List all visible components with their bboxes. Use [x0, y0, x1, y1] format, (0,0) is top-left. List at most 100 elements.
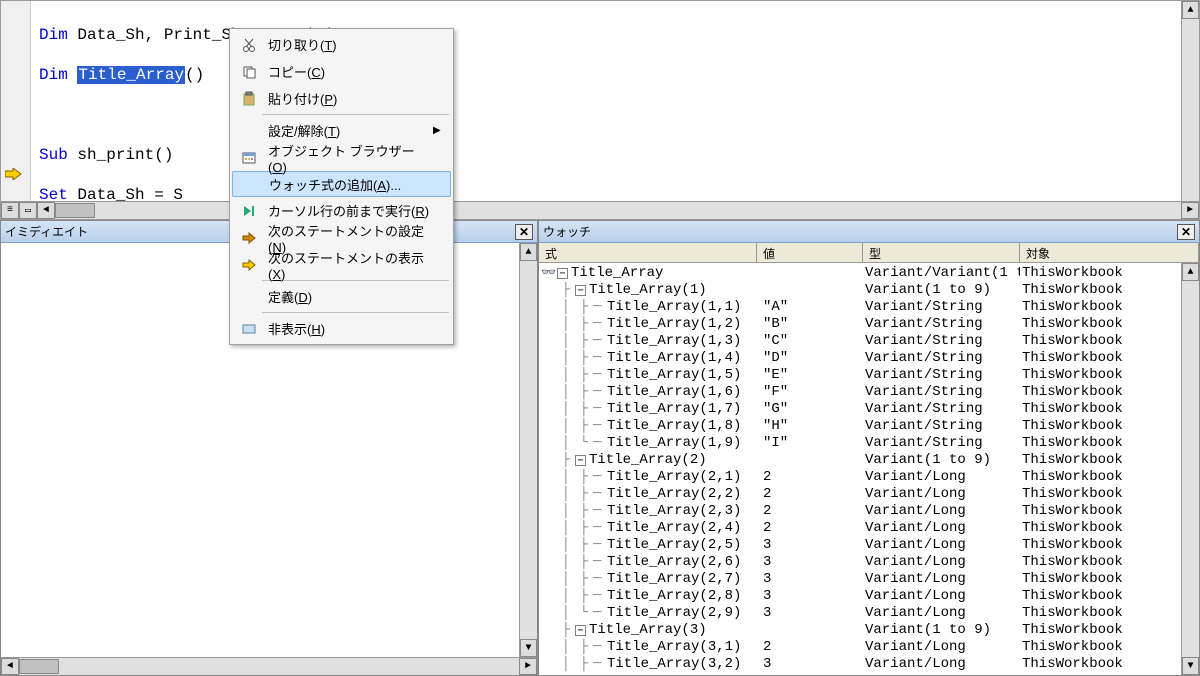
- immediate-close-button[interactable]: ✕: [515, 224, 533, 240]
- watch-row[interactable]: 👓−Title_ArrayVariant/Variant(1 to 3,1Thi…: [539, 265, 1181, 282]
- watch-row[interactable]: │├─Title_Array(1,2)"B"Variant/StringThis…: [539, 316, 1181, 333]
- watch-value: "D": [757, 350, 863, 367]
- watch-row[interactable]: │├─Title_Array(3,1)2Variant/LongThisWork…: [539, 639, 1181, 656]
- watch-row[interactable]: │├─Title_Array(2,4)2Variant/LongThisWork…: [539, 520, 1181, 537]
- watch-header-context[interactable]: 対象: [1020, 243, 1199, 262]
- tree-expander[interactable]: −: [575, 625, 586, 636]
- scroll-up-button[interactable]: ▲: [1182, 263, 1199, 281]
- watch-row[interactable]: ├−Title_Array(2)Variant(1 to 9)ThisWorkb…: [539, 452, 1181, 469]
- watch-type: Variant/String: [863, 401, 1020, 418]
- menu-item-label: オブジェクト ブラウザー(O): [262, 141, 433, 175]
- watch-header-type[interactable]: 型: [863, 243, 1020, 262]
- menu-item[interactable]: 切り取り(T): [232, 31, 451, 58]
- watch-expression: Title_Array: [571, 265, 663, 282]
- watch-expression: Title_Array(2,5): [607, 537, 741, 554]
- watch-row[interactable]: │├─Title_Array(1,6)"F"Variant/StringThis…: [539, 384, 1181, 401]
- menu-item[interactable]: 貼り付け(P): [232, 85, 451, 112]
- menu-item-label: 貼り付け(P): [262, 89, 433, 108]
- menu-item-label: 切り取り(T): [262, 35, 433, 54]
- watch-value: 2: [757, 520, 863, 537]
- watch-context: ThisWorkbook: [1020, 520, 1181, 537]
- watch-vertical-scrollbar[interactable]: ▲ ▼: [1181, 263, 1199, 675]
- tree-expander[interactable]: −: [575, 285, 586, 296]
- code-text-area[interactable]: Dim Dim Data_Sh, Print_Sh Data_Sh, Print…: [31, 1, 1181, 219]
- scroll-thumb[interactable]: [19, 659, 59, 674]
- scroll-up-button[interactable]: ▲: [1182, 1, 1199, 19]
- view-full-module-button[interactable]: ≡: [1, 202, 19, 219]
- watch-value: 3: [757, 554, 863, 571]
- scroll-right-button[interactable]: ►: [519, 658, 537, 675]
- watch-context: ThisWorkbook: [1020, 452, 1181, 469]
- watch-context: ThisWorkbook: [1020, 299, 1181, 316]
- watch-row[interactable]: │├─Title_Array(1,5)"E"Variant/StringThis…: [539, 367, 1181, 384]
- scroll-down-button[interactable]: ▼: [1182, 657, 1199, 675]
- menu-item[interactable]: 定義(D): [232, 283, 451, 310]
- watch-context: ThisWorkbook: [1020, 333, 1181, 350]
- watch-row[interactable]: ├−Title_Array(3)Variant(1 to 9)ThisWorkb…: [539, 622, 1181, 639]
- setnext-icon: [236, 230, 262, 246]
- watch-title: ウォッチ: [543, 223, 1177, 240]
- watch-row[interactable]: │├─Title_Array(2,8)3Variant/LongThisWork…: [539, 588, 1181, 605]
- watch-type: Variant/String: [863, 350, 1020, 367]
- watch-context: ThisWorkbook: [1020, 656, 1181, 673]
- watch-close-button[interactable]: ✕: [1177, 224, 1195, 240]
- watch-value: "F": [757, 384, 863, 401]
- scroll-right-button[interactable]: ►: [1181, 202, 1199, 219]
- watch-value: "E": [757, 367, 863, 384]
- menu-item[interactable]: ウォッチ式の追加(A)...: [232, 171, 451, 197]
- watch-value: 3: [757, 571, 863, 588]
- watch-row[interactable]: │├─Title_Array(1,4)"D"Variant/StringThis…: [539, 350, 1181, 367]
- menu-item[interactable]: 非表示(H): [232, 315, 451, 342]
- watch-row[interactable]: │├─Title_Array(2,6)3Variant/LongThisWork…: [539, 554, 1181, 571]
- menu-item[interactable]: コピー(C): [232, 58, 451, 85]
- watch-value: 3: [757, 605, 863, 622]
- scroll-down-button[interactable]: ▼: [520, 639, 537, 657]
- context-menu[interactable]: 切り取り(T)コピー(C)貼り付け(P)設定/解除(T)▶オブジェクト ブラウザ…: [229, 28, 454, 345]
- watch-row[interactable]: │└─Title_Array(1,9)"I"Variant/StringThis…: [539, 435, 1181, 452]
- watch-row[interactable]: │├─Title_Array(2,7)3Variant/LongThisWork…: [539, 571, 1181, 588]
- watch-header-value[interactable]: 値: [757, 243, 863, 262]
- scroll-left-button[interactable]: ◄: [1, 658, 19, 675]
- watch-tree[interactable]: 👓−Title_ArrayVariant/Variant(1 to 3,1Thi…: [539, 263, 1181, 675]
- watch-row[interactable]: │├─Title_Array(2,1)2Variant/LongThisWork…: [539, 469, 1181, 486]
- watch-value: 2: [757, 469, 863, 486]
- immediate-horizontal-scrollbar[interactable]: ◄ ►: [1, 657, 537, 675]
- watch-row[interactable]: │├─Title_Array(1,8)"H"Variant/StringThis…: [539, 418, 1181, 435]
- watch-type: Variant/Long: [863, 554, 1020, 571]
- view-procedure-button[interactable]: ▭: [19, 202, 37, 219]
- watch-column-headers[interactable]: 式 値 型 対象: [539, 243, 1199, 263]
- watch-value: "B": [757, 316, 863, 333]
- tree-expander[interactable]: −: [557, 268, 568, 279]
- immediate-vertical-scrollbar[interactable]: ▲ ▼: [519, 243, 537, 657]
- code-vertical-scrollbar[interactable]: ▲ ▼: [1181, 1, 1199, 219]
- watch-row[interactable]: │├─Title_Array(2,5)3Variant/LongThisWork…: [539, 537, 1181, 554]
- watch-expression: Title_Array(2,7): [607, 571, 741, 588]
- code-horizontal-scrollbar[interactable]: ≡ ▭ ◄ ►: [1, 201, 1199, 219]
- watch-row[interactable]: │├─Title_Array(2,2)2Variant/LongThisWork…: [539, 486, 1181, 503]
- watch-window-header[interactable]: ウォッチ ✕: [539, 221, 1199, 243]
- scroll-left-button[interactable]: ◄: [37, 202, 55, 219]
- watch-header-expression[interactable]: 式: [539, 243, 757, 262]
- watch-type: Variant/String: [863, 316, 1020, 333]
- watch-value: 3: [757, 588, 863, 605]
- shownext-icon: [236, 257, 262, 273]
- watch-row[interactable]: ├−Title_Array(1)Variant(1 to 9)ThisWorkb…: [539, 282, 1181, 299]
- watch-row[interactable]: │├─Title_Array(3,2)3Variant/LongThisWork…: [539, 656, 1181, 673]
- watch-context: ThisWorkbook: [1020, 401, 1181, 418]
- watch-row[interactable]: │├─Title_Array(1,3)"C"Variant/StringThis…: [539, 333, 1181, 350]
- watch-value: "G": [757, 401, 863, 418]
- watch-row[interactable]: │└─Title_Array(2,9)3Variant/LongThisWork…: [539, 605, 1181, 622]
- scroll-up-button[interactable]: ▲: [520, 243, 537, 261]
- watch-row[interactable]: │├─Title_Array(2,3)2Variant/LongThisWork…: [539, 503, 1181, 520]
- menu-item[interactable]: 次のステートメントの表示(X): [232, 251, 451, 278]
- scroll-thumb[interactable]: [55, 203, 95, 218]
- tree-expander[interactable]: −: [575, 455, 586, 466]
- watch-row[interactable]: │├─Title_Array(1,7)"G"Variant/StringThis…: [539, 401, 1181, 418]
- selected-text[interactable]: Title_Array: [77, 66, 185, 84]
- menu-item[interactable]: オブジェクト ブラウザー(O): [232, 144, 451, 171]
- code-editor-pane[interactable]: Dim Dim Data_Sh, Print_Sh Data_Sh, Print…: [0, 0, 1200, 220]
- watch-value: "I": [757, 435, 863, 452]
- watch-row[interactable]: │├─Title_Array(1,1)"A"Variant/StringThis…: [539, 299, 1181, 316]
- watch-value: 3: [757, 537, 863, 554]
- watch-type: Variant/Variant(1 to 3,1: [863, 265, 1020, 282]
